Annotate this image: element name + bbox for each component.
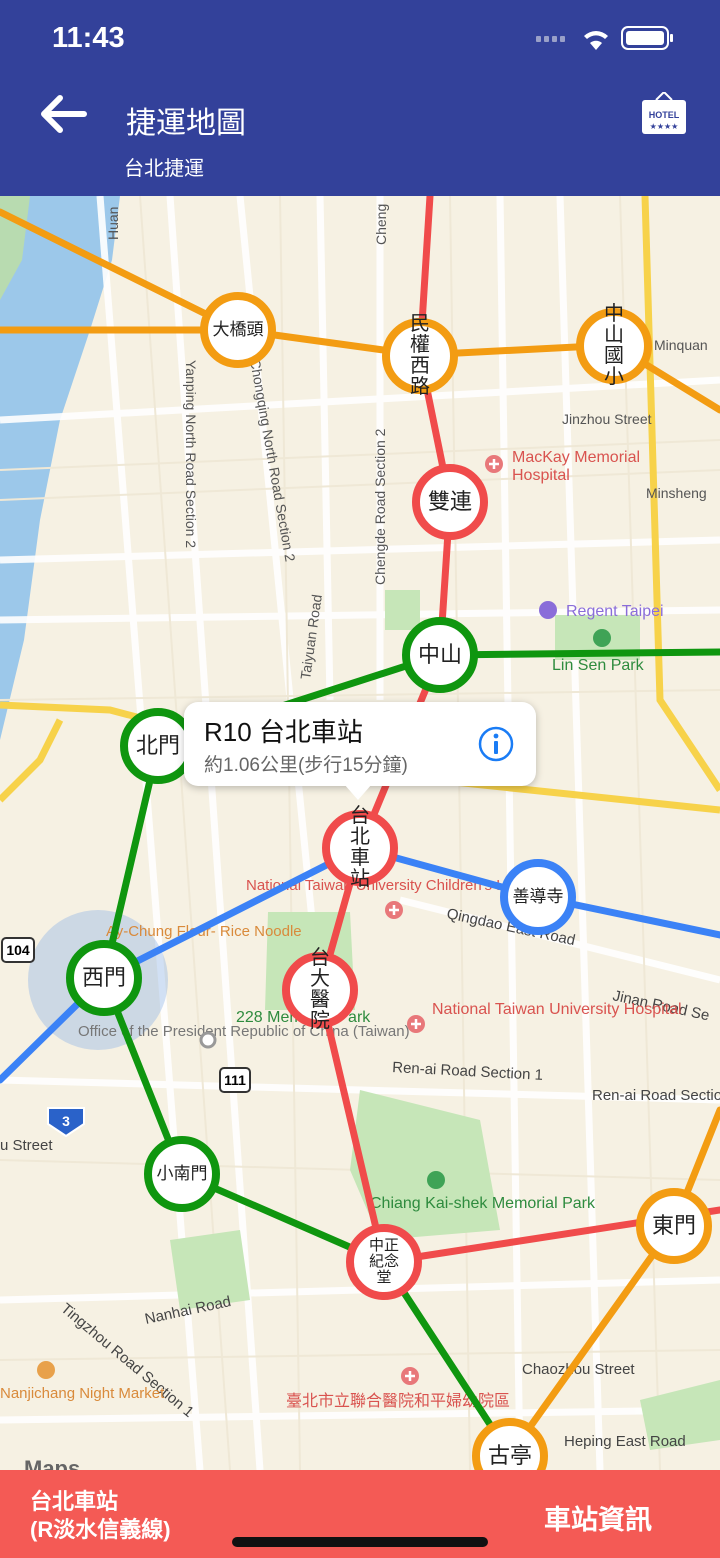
arrow-left-icon [41, 95, 87, 133]
signal-icon [536, 36, 565, 42]
market-marker-icon [37, 1361, 55, 1379]
station-dongmen[interactable]: 東門 [636, 1188, 712, 1264]
map-label-mackay: MacKay Memorial [512, 449, 640, 466]
bottom-station-info: 台北車站 (R淡水信義線) [30, 1488, 171, 1544]
map-label-street: u Street [0, 1137, 53, 1154]
app-header: 11:43 捷運地圖 台北捷運 HOTEL ★★★★ [0, 0, 720, 196]
station-ntuh[interactable]: 台大醫院 [282, 948, 358, 1032]
home-indicator [232, 1537, 488, 1547]
callout-pointer [344, 784, 372, 800]
station-cks[interactable]: 中正紀念堂 [346, 1224, 422, 1300]
page-subtitle: 台北捷運 [124, 158, 204, 180]
bottom-station-name: 台北車站 [30, 1489, 119, 1514]
hotel-marker-icon [539, 601, 557, 619]
station-zhongshan-elem[interactable]: 中山國小 [576, 304, 652, 388]
bottom-line-name: (R淡水信義線) [30, 1517, 171, 1542]
battery-icon [621, 26, 673, 50]
station-minquan[interactable]: 民權西路 [382, 314, 458, 398]
hotel-icon: HOTEL ★★★★ [642, 92, 686, 134]
landmark-marker-icon [199, 1031, 217, 1049]
station-zhongshan[interactable]: 中山 [402, 617, 478, 693]
svg-text:HOTEL: HOTEL [649, 110, 680, 120]
back-button[interactable] [36, 92, 92, 136]
map-label-minsheng: Minsheng [646, 485, 707, 501]
map-label-regent: Regent Taipei [566, 603, 664, 620]
map-label-hospital: Hospital [512, 467, 570, 484]
map-label-ntuh: National Taiwan University Hospital [432, 1001, 682, 1018]
page-title: 捷運地圖 [126, 107, 246, 140]
station-ximen[interactable]: 西門 [66, 940, 142, 1016]
map-label-cheng: Cheng [373, 204, 389, 245]
svg-text:3: 3 [62, 1113, 70, 1129]
station-xiaonanmen[interactable]: 小南門 [144, 1136, 220, 1212]
callout-title: R10 台北車站 [204, 717, 363, 747]
svg-text:★★★★: ★★★★ [650, 122, 679, 131]
metro-map[interactable]: MacKay Memorial Hospital Regent Taipei L… [0, 196, 720, 1470]
map-label-jinzhou: Jinzhou Street [562, 411, 652, 427]
svg-text:111: 111 [224, 1072, 246, 1088]
map-label-chengde: Chengde Road Section 2 [372, 428, 388, 585]
apple-maps-logo: Maps [24, 1456, 80, 1470]
wifi-icon [584, 31, 608, 50]
station-shuanglian[interactable]: 雙連 [412, 464, 488, 540]
hotel-button[interactable]: HOTEL ★★★★ [640, 92, 688, 140]
callout-subtitle: 約1.06公里(步行15分鐘) [204, 755, 408, 776]
map-label-renai2: Ren-ai Road Section [592, 1087, 720, 1104]
map-label-nanjichang: Nanjichang Night Market [0, 1385, 165, 1402]
map-label-cks-park: Chiang Kai-shek Memorial Park [370, 1195, 596, 1212]
road-shield-104: 104 [1, 937, 35, 963]
map-label-heping: Heping East Road [564, 1433, 686, 1450]
station-taipei-main[interactable]: 台北車站 [322, 806, 398, 890]
station-info-button[interactable]: 車站資訊 [544, 1498, 652, 1537]
map-label-yanping: Yanping North Road Section 2 [183, 360, 199, 548]
station-daqiaotou[interactable]: 大橋頭 [200, 292, 276, 368]
station-callout[interactable]: R10 台北車站 約1.06公里(步行15分鐘) [184, 702, 536, 786]
map-label-linsen: Lin Sen Park [552, 657, 645, 674]
status-time: 11:43 [52, 22, 125, 54]
info-icon[interactable] [478, 726, 514, 762]
station-shandao[interactable]: 善導寺 [500, 859, 576, 935]
status-icons [536, 26, 673, 50]
map-label-huan: Huan [105, 207, 121, 240]
map-label-minquan: Minquan [654, 337, 708, 353]
svg-text:104: 104 [6, 942, 30, 958]
road-shield-111: 111 [219, 1067, 251, 1093]
